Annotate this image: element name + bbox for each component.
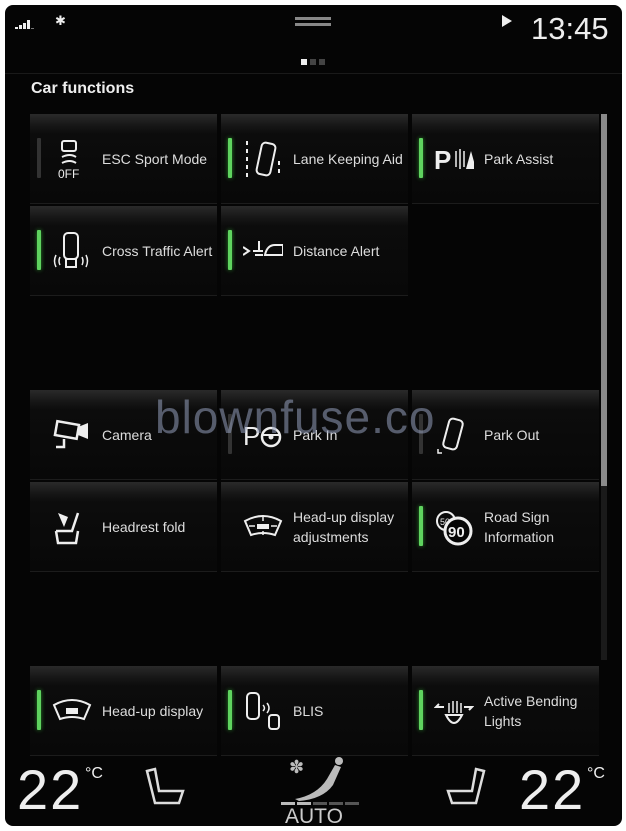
- status-indicator-on: [228, 138, 232, 178]
- tile-label: Head-up display adjustments: [293, 508, 395, 545]
- status-indicator-on: [228, 230, 232, 270]
- fan-airflow-icon[interactable]: ✽: [287, 757, 347, 801]
- tile-esc-sport-mode[interactable]: 0FF ESC Sport Mode: [30, 114, 217, 204]
- distance-alert-icon: [243, 241, 283, 256]
- hud-adjust-icon: [243, 515, 283, 537]
- camera-icon: [53, 419, 88, 449]
- page-indicator[interactable]: [301, 59, 325, 65]
- tile-park-out[interactable]: Park Out: [412, 390, 599, 480]
- svg-text:0FF: 0FF: [58, 167, 79, 179]
- svg-text:P: P: [434, 145, 451, 175]
- road-sign-icon: 5090: [436, 511, 473, 546]
- tile-label: Active Bending Lights: [484, 692, 578, 729]
- left-temperature[interactable]: 22: [17, 757, 83, 822]
- tile-head-up-display-adjustments[interactable]: Head-up display adjustments: [221, 482, 408, 572]
- play-icon[interactable]: [502, 15, 512, 27]
- tile-label: Head-up display: [102, 702, 204, 719]
- tile-label: BLIS: [293, 702, 324, 719]
- park-assist-icon: P: [434, 145, 474, 175]
- tile-distance-alert[interactable]: Distance Alert: [221, 206, 408, 296]
- right-temperature[interactable]: 22: [519, 757, 585, 822]
- tile-park-assist[interactable]: P Park Assist: [412, 114, 599, 204]
- esc-off-icon: 0FF: [58, 140, 79, 179]
- right-temp-unit: °C: [587, 765, 605, 782]
- left-temp-unit: °C: [85, 765, 103, 782]
- signal-strength-icon: [15, 19, 34, 29]
- scrollbar-thumb[interactable]: [601, 114, 607, 486]
- svg-text:✽: ✽: [289, 757, 304, 777]
- tile-cross-traffic-alert[interactable]: Cross Traffic Alert: [30, 206, 217, 296]
- park-out-icon: [437, 417, 464, 454]
- bending-lights-icon: [434, 701, 474, 724]
- clock: 13:45: [531, 11, 609, 46]
- watermark: blownfuse.co: [155, 391, 436, 443]
- status-indicator-off: [37, 138, 41, 178]
- tile-label: Lane Keeping Aid: [293, 150, 403, 167]
- tile-label: Distance Alert: [293, 242, 380, 259]
- page-title: Car functions: [31, 80, 135, 97]
- status-bar: ✱ 13:45: [5, 5, 622, 74]
- tile-label: ESC Sport Mode: [102, 150, 208, 167]
- left-seat-heat-icon[interactable]: [143, 767, 189, 807]
- status-indicator-on: [419, 138, 423, 178]
- lane-keeping-icon: [246, 141, 280, 177]
- climate-bar: 22 °C ✽ AUTO 22 °C: [5, 757, 622, 826]
- cross-traffic-icon: [53, 232, 89, 268]
- tile-label: Road Sign Information: [484, 508, 555, 545]
- tile-lane-keeping-aid[interactable]: Lane Keeping Aid: [221, 114, 408, 204]
- hud-icon: [52, 699, 92, 721]
- status-indicator-on: [419, 690, 423, 730]
- tile-active-bending-lights[interactable]: Active Bending Lights: [412, 666, 599, 756]
- tile-label: Park Assist: [484, 150, 554, 167]
- tile-label: Park Out: [484, 426, 540, 443]
- svg-text:90: 90: [448, 524, 465, 541]
- tile-head-up-display[interactable]: Head-up display: [30, 666, 217, 756]
- tile-label: Cross Traffic Alert: [102, 242, 213, 259]
- bluetooth-icon: ✱: [55, 13, 66, 28]
- infotainment-screen: ✱ 13:45 Car functions 0FF ESC Sport Mode L…: [5, 5, 622, 826]
- status-indicator-on: [37, 230, 41, 270]
- tile-blis[interactable]: BLIS: [221, 666, 408, 756]
- status-indicator-on: [37, 690, 41, 730]
- tile-headrest-fold[interactable]: Headrest fold: [30, 482, 217, 572]
- climate-auto-button[interactable]: AUTO: [285, 805, 343, 826]
- tile-road-sign-information[interactable]: 50 90 Road Sign Information: [412, 482, 599, 572]
- right-seat-heat-icon[interactable]: [442, 767, 488, 807]
- top-view-handle[interactable]: [295, 17, 331, 20]
- status-indicator-on: [419, 506, 423, 546]
- blis-icon: [246, 692, 280, 730]
- headrest-fold-icon: [54, 512, 80, 545]
- status-indicator-on: [228, 690, 232, 730]
- fan-level-segment: [345, 802, 359, 805]
- tile-label: Headrest fold: [102, 518, 186, 535]
